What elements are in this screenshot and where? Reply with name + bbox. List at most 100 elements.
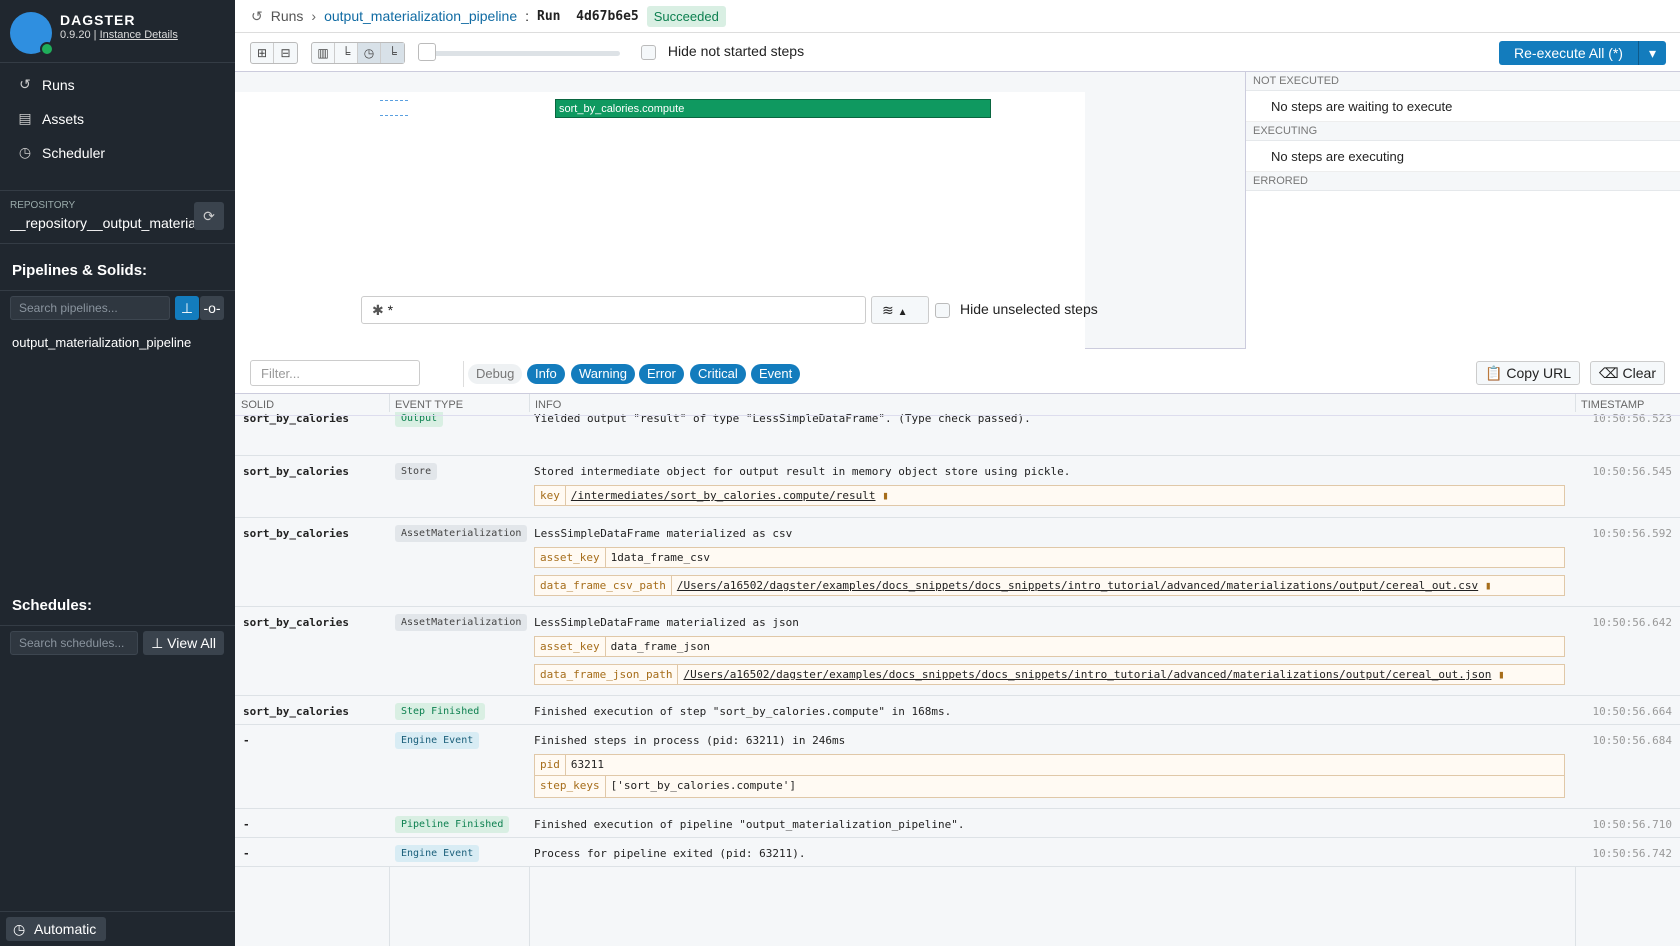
solid-name: sort_by_calories	[243, 616, 349, 629]
solid-name: sort_by_calories	[243, 705, 349, 718]
log-message: Finished execution of step "sort_by_calo…	[534, 705, 952, 718]
split-view-icon[interactable]: ▥	[312, 43, 335, 63]
pipeline-item[interactable]: output_materialization_pipeline	[12, 335, 191, 350]
event-type-badge: Pipeline Finished	[395, 816, 510, 833]
level-debug[interactable]: Debug	[468, 364, 523, 384]
expand-icon[interactable]: ⊞	[251, 43, 274, 63]
history-icon: ↺	[251, 7, 263, 24]
clipboard-icon[interactable]: ▮	[1485, 579, 1492, 592]
query-value: *	[387, 302, 394, 318]
metadata-entry: data_frame_csv_path/Users/a16502/dagster…	[534, 575, 1565, 596]
solid-name: sort_by_calories	[243, 465, 349, 478]
log-message: LessSimpleDataFrame materialized as json	[534, 616, 799, 629]
copy-url-button[interactable]: 📋 Copy URL	[1476, 361, 1580, 385]
clipboard-icon[interactable]: ▮	[1498, 668, 1505, 681]
table-row: sort_by_calories AssetMaterialization Less…	[235, 607, 1680, 696]
schedules-heading: Schedules:	[12, 597, 93, 614]
log-message: Finished execution of pipeline "output_m…	[534, 818, 965, 831]
search-schedules-input[interactable]: Search schedules...	[10, 631, 138, 655]
status-dot	[40, 42, 54, 56]
event-type-badge: AssetMaterialization	[395, 614, 528, 631]
reexecute-all-button[interactable]: Re-execute All (*) ▾	[1499, 41, 1666, 65]
metadata-key: pid	[535, 755, 566, 775]
zoom-slider-handle[interactable]	[418, 43, 436, 61]
history-icon: ↺	[19, 76, 31, 92]
level-error[interactable]: Error	[639, 364, 684, 384]
status-badge: Succeeded	[646, 5, 726, 27]
clear-button[interactable]: ⌫ Clear	[1589, 361, 1665, 385]
metadata-path-link[interactable]: /Users/a16502/dagster/examples/docs_snip…	[683, 668, 1491, 681]
timestamp: 10:50:56.664	[1592, 705, 1672, 718]
breadcrumb-runs[interactable]: Runs	[271, 8, 304, 24]
metadata-entry: data_frame_json_path/Users/a16502/dagste…	[534, 664, 1565, 685]
dagster-logo	[10, 12, 54, 56]
refresh-repository-button[interactable]: ⟳	[194, 202, 224, 230]
hide-unselected-checkbox[interactable]	[935, 302, 950, 318]
clipboard-icon: 📋	[1485, 365, 1507, 381]
clock-icon: ◷	[18, 144, 32, 160]
nav-assets[interactable]: ▤ Assets	[16, 110, 84, 127]
nav-runs[interactable]: ↺ Runs	[16, 76, 75, 93]
timestamp: 10:50:56.545	[1592, 465, 1672, 478]
layers-button[interactable]: ≋ ▲	[871, 296, 929, 324]
metadata-key: key	[535, 486, 566, 505]
clear-label: Clear	[1622, 365, 1656, 381]
level-warning[interactable]: Warning	[571, 364, 635, 384]
solid-name: -	[243, 847, 250, 860]
log-filter-input[interactable]: Filter...	[250, 360, 420, 386]
sidebar: DAGSTER 0.9.20 | Instance Details ↺ Runs …	[0, 0, 235, 946]
table-row: sort_by_calories Step Finished Finished ex…	[235, 696, 1680, 725]
table-icon: ▤	[18, 110, 32, 126]
status-header: ERRORED	[1246, 172, 1680, 191]
metadata-path-link[interactable]: /intermediates/sort_by_calories.compute/…	[571, 489, 876, 502]
step-bar[interactable]: sort_by_calories.compute	[555, 99, 991, 118]
column-header-event-type: EVENT TYPE	[389, 394, 529, 416]
metadata-key: asset_key	[535, 548, 606, 567]
breadcrumb-pipeline[interactable]: output_materialization_pipeline	[324, 8, 517, 24]
hide-unselected-label: Hide unselected steps	[960, 301, 1098, 317]
metadata-key: asset_key	[535, 637, 606, 656]
pipelines-view-button[interactable]: ⊥	[175, 296, 199, 320]
reexecute-label: Re-execute All (*)	[1514, 45, 1623, 61]
log-table: sort_by_calories Output Yielded output "re…	[235, 394, 1680, 946]
nav-scheduler[interactable]: ◷ Scheduler	[16, 144, 105, 161]
event-type-badge: Engine Event	[395, 732, 480, 749]
clock-view-icon[interactable]: ◷	[358, 43, 381, 63]
instance-details-link[interactable]: Instance Details	[100, 29, 178, 41]
view-all-schedules-button[interactable]: ⊥ View All	[143, 631, 224, 655]
metadata-entry: key/intermediates/sort_by_calories.compu…	[534, 485, 1565, 506]
clipboard-icon[interactable]: ▮	[882, 489, 889, 502]
timeline-marker	[380, 100, 408, 116]
collapse-icon[interactable]: ⊟	[274, 43, 297, 63]
level-info[interactable]: Info	[527, 364, 565, 384]
repository-label: REPOSITORY	[10, 200, 76, 211]
repository-name[interactable]: __repository__output_materialization_pip…	[10, 215, 195, 231]
step-status-panel: NOT EXECUTED No steps are waiting to exe…	[1245, 72, 1680, 349]
gantt-flat-icon[interactable]: ╘	[335, 43, 358, 63]
hide-not-started-checkbox[interactable]	[641, 44, 656, 60]
column-header-info: INFO	[529, 394, 1575, 416]
caret-down-icon[interactable]: ▾	[1637, 41, 1666, 65]
log-message: Process for pipeline exited (pid: 63211)…	[534, 847, 806, 860]
view-all-label: View All	[167, 635, 216, 651]
event-type-badge: Step Finished	[395, 703, 486, 720]
timestamp: 10:50:56.710	[1592, 818, 1672, 831]
step-query-input[interactable]: ✱ *	[361, 296, 866, 324]
search-pipelines-input[interactable]: Search pipelines...	[10, 296, 170, 320]
solids-view-button[interactable]: -o-	[200, 296, 224, 320]
timestamp: 10:50:56.684	[1592, 734, 1672, 747]
level-event[interactable]: Event	[751, 364, 801, 384]
run-id: Run 4d67b6e5	[537, 8, 639, 24]
solid-name: sort_by_calories	[243, 527, 349, 540]
eraser-icon: ⌫	[1598, 365, 1623, 381]
level-critical[interactable]: Critical	[690, 364, 746, 384]
metadata-path-link[interactable]: /Users/a16502/dagster/examples/docs_snip…	[677, 579, 1478, 592]
zoom-slider[interactable]	[430, 51, 620, 56]
nav-label: Runs	[42, 76, 75, 93]
metadata-value: 63211	[570, 758, 604, 771]
gantt-waterfall-icon[interactable]: ╘	[381, 43, 404, 63]
status-header: NOT EXECUTED	[1246, 72, 1680, 91]
log-message: Finished steps in process (pid: 63211) i…	[534, 734, 846, 747]
automatic-button[interactable]: ◷ Automatic	[6, 917, 106, 941]
nav-label: Scheduler	[42, 144, 106, 161]
